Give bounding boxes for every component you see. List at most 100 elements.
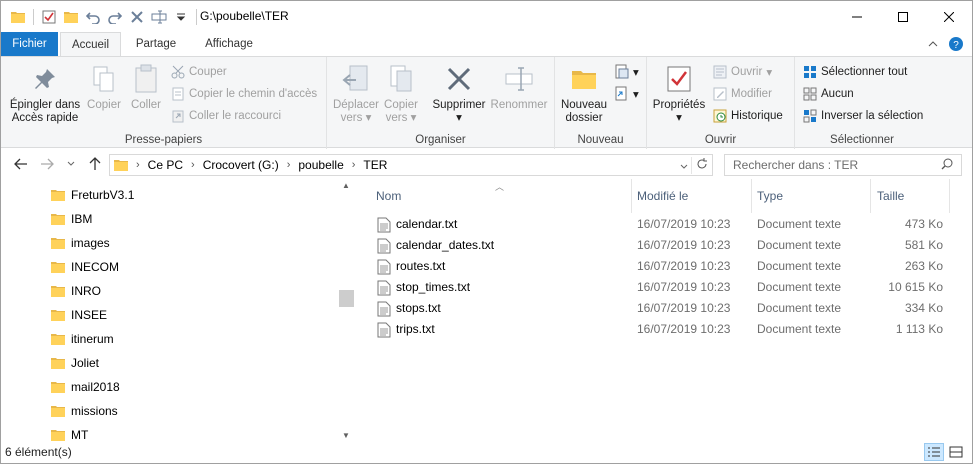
move-to-button[interactable]: Déplacer vers ▾ bbox=[331, 63, 381, 125]
refresh-icon[interactable] bbox=[691, 157, 708, 174]
up-button[interactable] bbox=[85, 154, 105, 174]
tab-view[interactable]: Affichage bbox=[193, 32, 265, 56]
properties-dropdown-arrow[interactable]: ▾ bbox=[651, 112, 707, 125]
invert-selection-button[interactable]: Inverser la sélection bbox=[803, 106, 923, 126]
paste-button[interactable]: Coller bbox=[127, 63, 165, 112]
column-divider[interactable] bbox=[870, 179, 871, 213]
chevron-right-icon[interactable]: › bbox=[287, 159, 291, 171]
column-header-modified[interactable]: Modifié le bbox=[637, 179, 749, 213]
nav-folder-item[interactable]: FreturbV3.1 bbox=[51, 183, 134, 207]
breadcrumb-ter[interactable]: TER bbox=[363, 158, 387, 172]
open-button[interactable]: Ouvrir ▾ bbox=[713, 62, 772, 82]
breadcrumb-poubelle[interactable]: poubelle bbox=[298, 158, 343, 172]
properties-big-icon bbox=[663, 63, 695, 95]
minimize-button[interactable] bbox=[834, 1, 880, 32]
tab-share[interactable]: Partage bbox=[127, 32, 185, 56]
recent-locations-button[interactable] bbox=[61, 154, 81, 174]
select-all-label: Sélectionner tout bbox=[821, 66, 908, 78]
file-size: 1 113 Ko bbox=[895, 322, 943, 336]
search-input[interactable]: Rechercher dans : TER bbox=[724, 154, 962, 176]
pin-quick-access-button[interactable]: Épingler dans Accès rapide bbox=[5, 63, 85, 125]
back-button[interactable] bbox=[11, 154, 31, 174]
properties-button[interactable]: Propriétés ▾ bbox=[651, 63, 707, 125]
folder-icon bbox=[51, 430, 65, 441]
undo-icon[interactable] bbox=[84, 8, 102, 26]
column-header-name[interactable]: Nom bbox=[376, 179, 631, 213]
file-type: Document texte bbox=[757, 259, 842, 273]
nav-folder-item[interactable]: INECOM bbox=[51, 255, 119, 279]
details-view-button[interactable] bbox=[924, 443, 944, 461]
svg-text:?: ? bbox=[953, 40, 959, 51]
rename-button[interactable]: Renommer bbox=[489, 63, 549, 112]
copy-to-button[interactable]: Copier vers ▾ bbox=[381, 63, 421, 125]
nav-folder-label: Joliet bbox=[71, 356, 100, 370]
select-all-icon bbox=[804, 66, 816, 78]
chevron-right-icon[interactable]: › bbox=[136, 159, 140, 171]
file-row[interactable]: stop_times.txt 16/07/2019 10:23 Document… bbox=[361, 277, 972, 298]
easy-access-icon bbox=[615, 86, 627, 101]
nav-folder-item[interactable]: Joliet bbox=[51, 351, 99, 375]
copy-button[interactable]: Copier bbox=[85, 63, 123, 112]
new-item-button[interactable]: ▾ bbox=[613, 62, 639, 82]
large-icons-view-button[interactable] bbox=[946, 443, 966, 461]
file-type: Document texte bbox=[757, 280, 842, 294]
file-row[interactable]: calendar.txt 16/07/2019 10:23 Document t… bbox=[361, 214, 972, 235]
breadcrumb-drive[interactable]: Crocovert (G:) bbox=[203, 158, 279, 172]
nav-folder-item[interactable]: itinerum bbox=[51, 327, 114, 351]
cut-button[interactable]: Couper bbox=[171, 62, 227, 82]
collapse-ribbon-icon[interactable] bbox=[928, 39, 938, 49]
delete-icon[interactable] bbox=[128, 8, 146, 26]
column-divider[interactable] bbox=[631, 179, 632, 213]
scroll-down-icon[interactable]: ▼ bbox=[342, 431, 350, 440]
file-row[interactable]: routes.txt 16/07/2019 10:23 Document tex… bbox=[361, 256, 972, 277]
nav-folder-item[interactable]: images bbox=[51, 231, 110, 255]
customize-toolbar-icon[interactable] bbox=[172, 8, 190, 26]
folder-icon bbox=[114, 159, 128, 171]
nav-folder-item[interactable]: INSEE bbox=[51, 303, 107, 327]
delete-button[interactable]: Supprimer ▾ bbox=[429, 63, 489, 125]
nav-folder-item[interactable]: missions bbox=[51, 399, 118, 423]
new-folder-icon[interactable] bbox=[62, 8, 80, 26]
rename-big-icon bbox=[503, 63, 535, 95]
folder-icon bbox=[51, 190, 65, 201]
scrollbar-thumb[interactable] bbox=[339, 290, 354, 307]
breadcrumb-this-pc[interactable]: Ce PC bbox=[148, 158, 183, 172]
close-icon bbox=[944, 11, 954, 22]
delete-dropdown-arrow[interactable]: ▾ bbox=[429, 112, 489, 125]
nav-folder-item[interactable]: IBM bbox=[51, 207, 92, 231]
edit-button[interactable]: Modifier bbox=[713, 84, 772, 104]
nav-folder-item[interactable]: mail2018 bbox=[51, 375, 120, 399]
column-header-type[interactable]: Type bbox=[757, 179, 869, 213]
select-none-button[interactable]: Aucun bbox=[803, 84, 854, 104]
scroll-up-icon[interactable]: ▲ bbox=[342, 181, 350, 190]
paste-shortcut-button[interactable]: Coller le raccourci bbox=[171, 106, 281, 126]
new-folder-button[interactable]: Nouveau dossier bbox=[559, 63, 609, 125]
copy-path-button[interactable]: Copier le chemin d'accès bbox=[171, 84, 317, 104]
maximize-button[interactable] bbox=[880, 1, 926, 32]
redo-icon[interactable] bbox=[106, 8, 124, 26]
chevron-right-icon[interactable]: › bbox=[191, 159, 195, 171]
chevron-right-icon[interactable]: › bbox=[352, 159, 356, 171]
column-header-size[interactable]: Taille bbox=[877, 179, 947, 213]
tab-file[interactable]: Fichier bbox=[1, 32, 58, 56]
help-icon[interactable]: ? bbox=[948, 36, 964, 52]
close-button[interactable] bbox=[926, 1, 972, 32]
nav-folder-item[interactable]: INRO bbox=[51, 279, 101, 303]
easy-access-button[interactable]: ▾ bbox=[613, 84, 639, 104]
rename-icon[interactable] bbox=[150, 8, 168, 26]
pin-icon bbox=[29, 63, 61, 95]
address-bar[interactable]: › Ce PC › Crocovert (G:) › poubelle › TE… bbox=[109, 154, 713, 176]
file-row[interactable]: trips.txt 16/07/2019 10:23 Document text… bbox=[361, 319, 972, 340]
forward-button[interactable] bbox=[37, 154, 57, 174]
tab-home[interactable]: Accueil bbox=[60, 32, 121, 57]
properties-icon[interactable] bbox=[40, 8, 58, 26]
column-divider[interactable] bbox=[949, 179, 950, 213]
search-icon[interactable] bbox=[941, 158, 953, 173]
nav-scrollbar[interactable]: ▲ ▼ bbox=[338, 179, 355, 442]
address-dropdown-icon[interactable] bbox=[680, 159, 688, 173]
history-button[interactable]: Historique bbox=[713, 106, 783, 126]
select-all-button[interactable]: Sélectionner tout bbox=[803, 62, 907, 82]
file-row[interactable]: calendar_dates.txt 16/07/2019 10:23 Docu… bbox=[361, 235, 972, 256]
column-divider[interactable] bbox=[751, 179, 752, 213]
file-row[interactable]: stops.txt 16/07/2019 10:23 Document text… bbox=[361, 298, 972, 319]
